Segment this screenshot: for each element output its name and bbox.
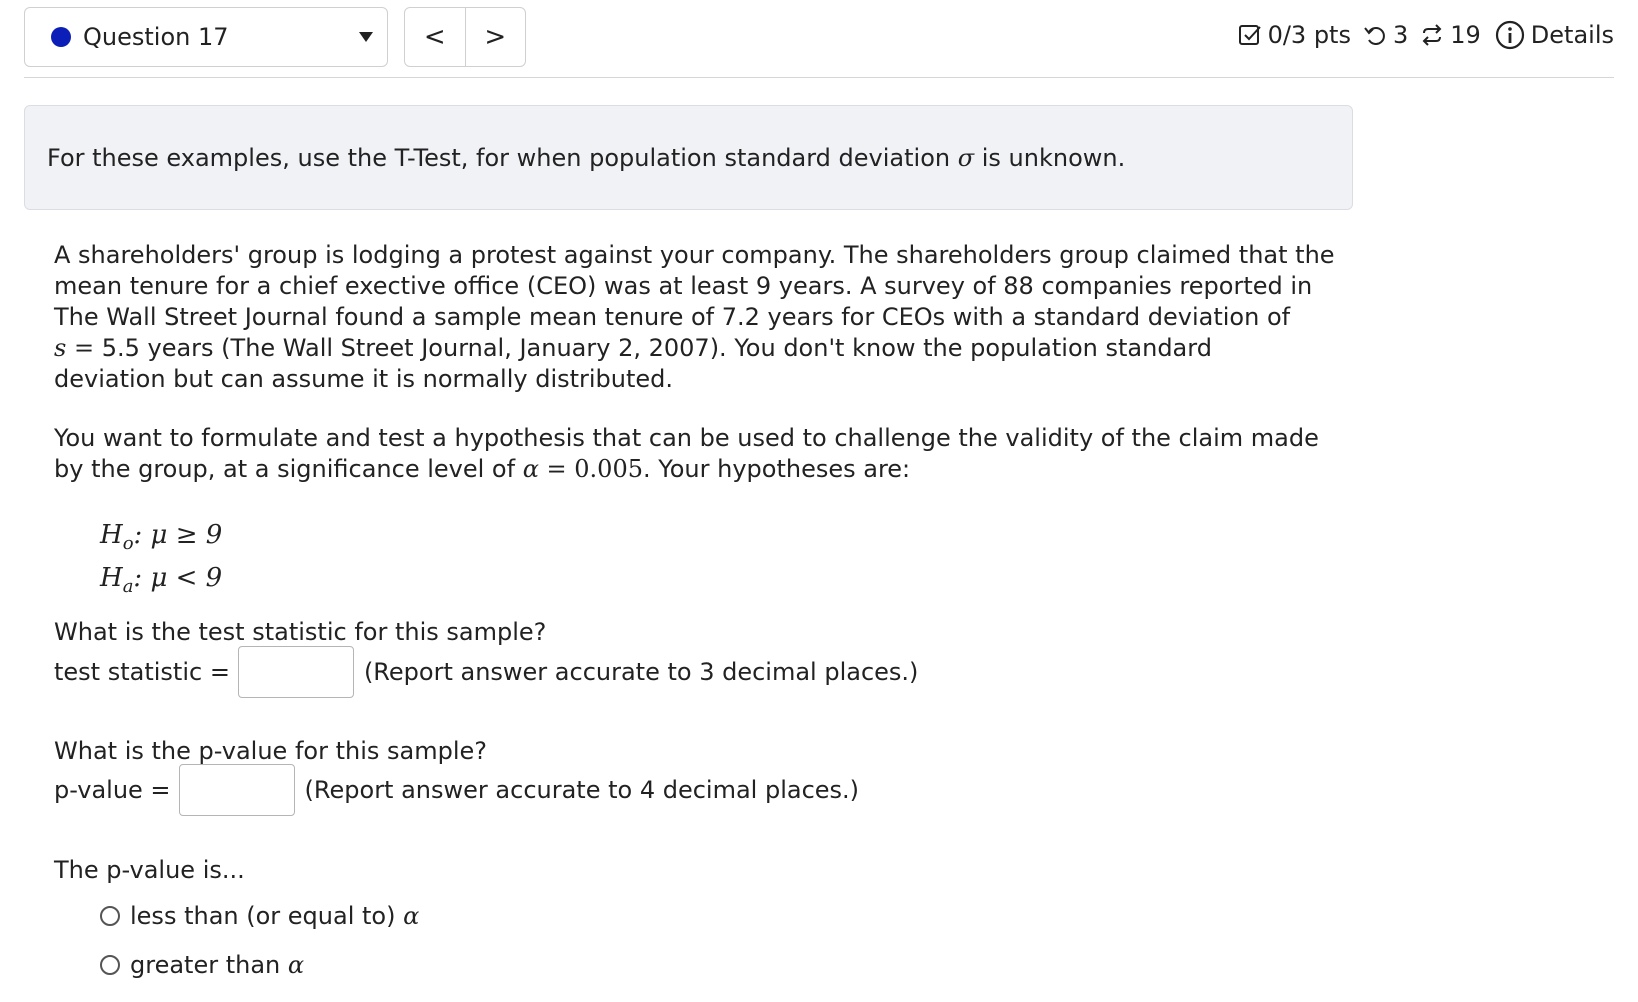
- score-indicator: 0/3 pts: [1238, 21, 1351, 49]
- option-label: greater than α: [130, 951, 305, 979]
- question-status-bar: 0/3 pts 3 19 Details: [1226, 20, 1614, 50]
- p-value-input[interactable]: [178, 764, 295, 816]
- checkbox-icon: [1238, 25, 1261, 45]
- option-greater-than-alpha[interactable]: greater than α: [100, 951, 304, 979]
- details-label: Details: [1530, 21, 1614, 49]
- chevron-left-icon: <: [423, 22, 446, 52]
- radio-button[interactable]: [100, 955, 120, 975]
- question-selector[interactable]: Question 17: [24, 7, 388, 67]
- question-label: Question 17: [83, 23, 229, 51]
- previous-question-button[interactable]: <: [405, 8, 465, 66]
- alternative-hypothesis: Ha: μ < 9: [100, 563, 223, 598]
- attempts-indicator: 3: [1363, 21, 1408, 49]
- next-question-button[interactable]: >: [464, 8, 526, 66]
- test-statistic-prompt: What is the test statistic for this samp…: [54, 618, 547, 646]
- chevron-right-icon: >: [484, 22, 507, 52]
- p-value-label: p-value =: [54, 776, 171, 804]
- null-hypothesis: Ho: μ ≥ 9: [100, 520, 223, 555]
- attempts-count: 3: [1392, 21, 1409, 49]
- alpha-value: 0.005: [574, 455, 643, 483]
- chevron-down-icon: [359, 32, 373, 42]
- option-less-than-alpha[interactable]: less than (or equal to) α: [100, 902, 419, 930]
- submissions-indicator: 19: [1420, 21, 1481, 49]
- test-statistic-row: test statistic = (Report answer accurate…: [54, 646, 918, 698]
- p-value-prompt: What is the p-value for this sample?: [54, 737, 487, 765]
- instruction-text: For these examples, use the T-Test, for …: [47, 143, 1126, 172]
- alpha-symbol: α =: [522, 455, 575, 483]
- score-text: 0/3 pts: [1267, 21, 1351, 49]
- header-divider: [24, 77, 1614, 78]
- p-value-row: p-value = (Report answer accurate to 4 d…: [54, 764, 859, 816]
- retry-icon: [1422, 24, 1442, 46]
- hypotheses: Ho: μ ≥ 9 Ha: μ < 9: [100, 518, 222, 604]
- test-statistic-label: test statistic =: [54, 658, 230, 686]
- problem-text: A shareholders' group is lodging a prote…: [54, 240, 1354, 485]
- problem-paragraph-1: A shareholders' group is lodging a prote…: [54, 241, 1335, 393]
- question-nav: < >: [404, 7, 526, 67]
- details-link[interactable]: Details: [1495, 20, 1614, 50]
- submissions-count: 19: [1450, 21, 1481, 49]
- option-label: less than (or equal to) α: [130, 902, 420, 930]
- instruction-box: For these examples, use the T-Test, for …: [24, 105, 1353, 210]
- radio-button[interactable]: [100, 906, 120, 926]
- question-status-dot: [51, 27, 71, 47]
- sigma-symbol: σ: [957, 143, 975, 172]
- p-value-note: (Report answer accurate to 4 decimal pla…: [304, 776, 860, 804]
- test-statistic-input[interactable]: [237, 646, 354, 698]
- problem-paragraph-2: You want to formulate and test a hypothe…: [54, 424, 1319, 483]
- info-icon: [1495, 20, 1524, 50]
- undo-icon: [1364, 27, 1385, 45]
- s-symbol: s =: [54, 334, 95, 362]
- p-value-comparison-prompt: The p-value is...: [54, 856, 245, 884]
- test-statistic-note: (Report answer accurate to 3 decimal pla…: [363, 658, 919, 686]
